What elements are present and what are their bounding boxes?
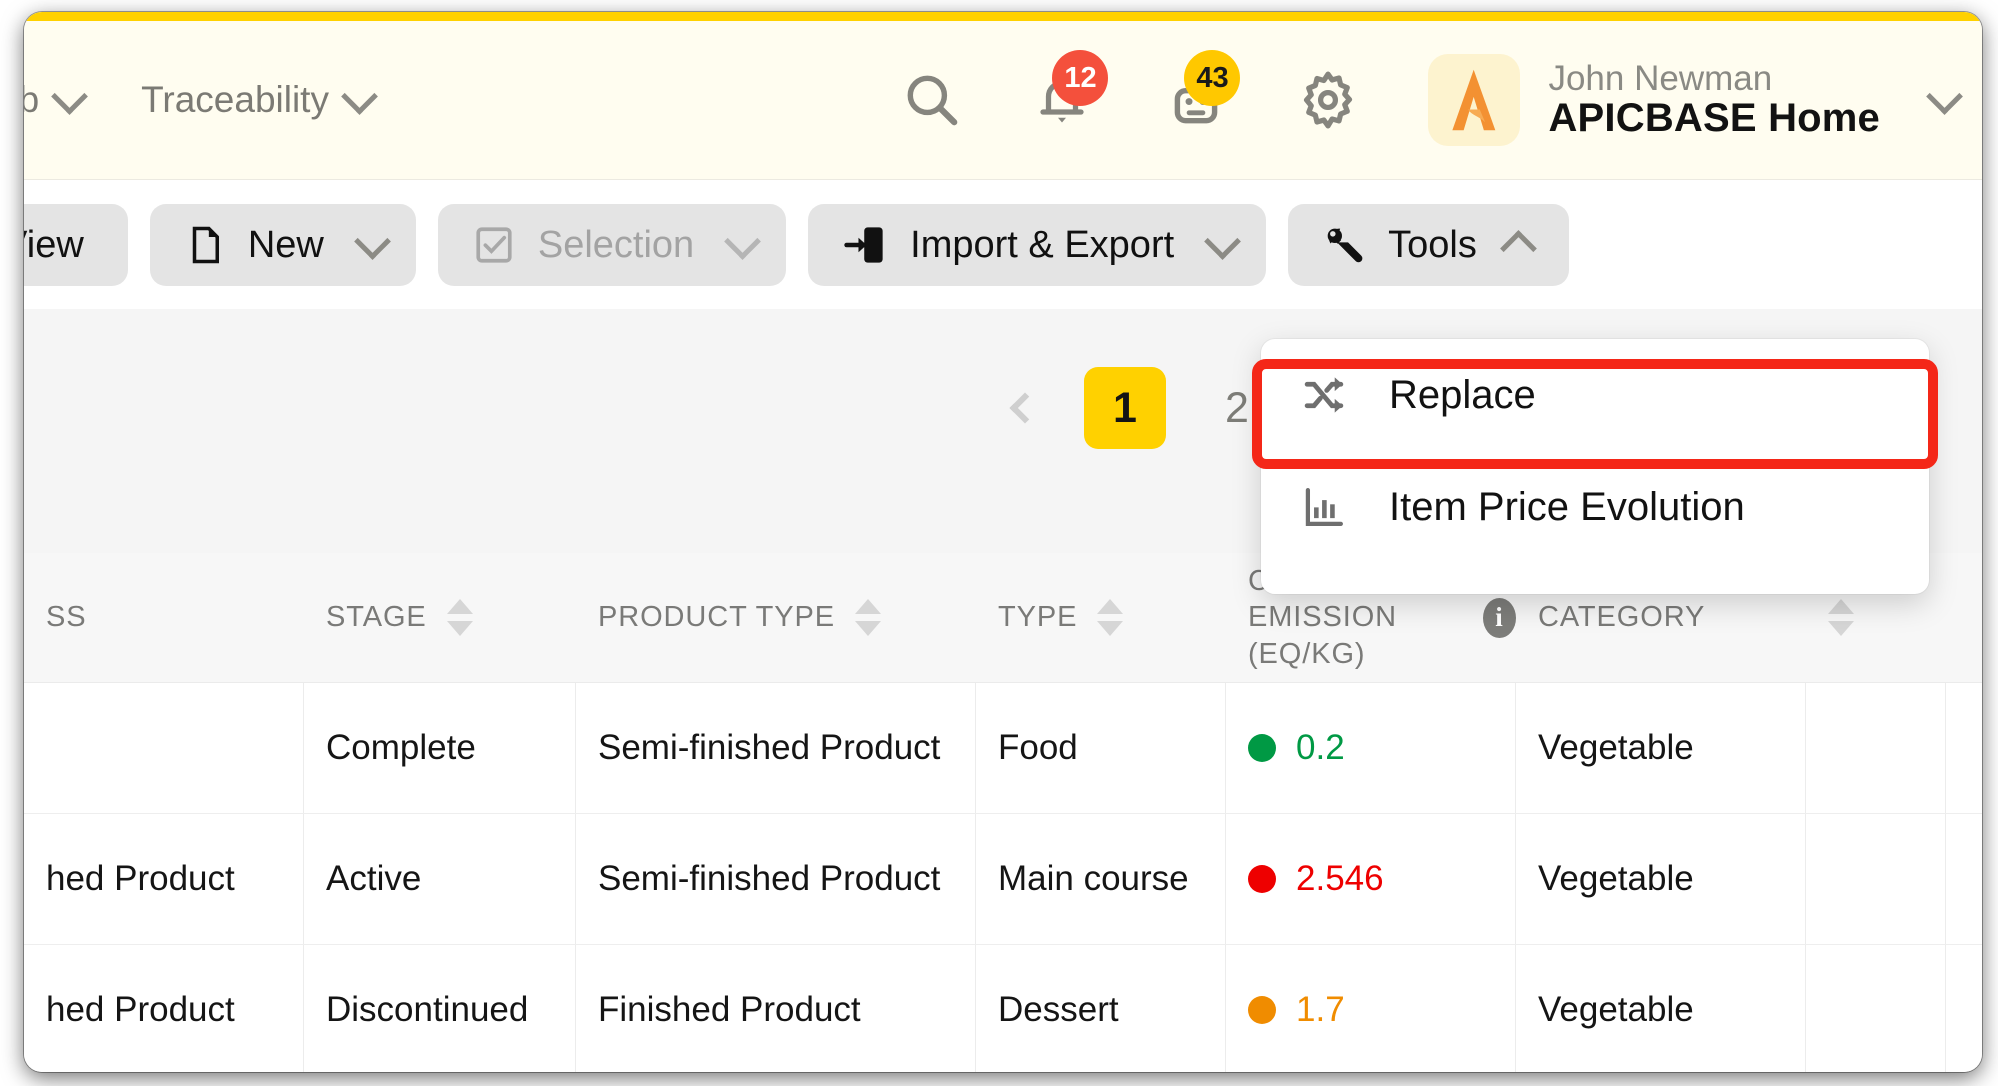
cell-type: Food (976, 683, 1226, 813)
user-block[interactable]: John Newman APICBASE Home (1548, 58, 1880, 141)
cell-overflow (1806, 945, 1946, 1072)
cell-product-type: Finished Product (576, 945, 976, 1072)
column-label: TYPE (998, 601, 1078, 634)
info-icon[interactable]: i (1483, 597, 1516, 638)
chevron-down-icon (353, 223, 391, 260)
selection-button[interactable]: Selection (437, 204, 787, 286)
co2-value: 2.546 (1296, 859, 1384, 898)
chevron-down-icon (1204, 223, 1242, 260)
table-row[interactable]: Complete Semi-finished Product Food 0.2 … (24, 683, 1982, 814)
new-button[interactable]: New (149, 204, 416, 286)
gear-icon (1304, 71, 1353, 129)
notifications-badge: 12 (1052, 50, 1109, 106)
cell-overflow (1806, 814, 1946, 944)
import-export-button[interactable]: Import & Export (808, 204, 1267, 286)
cell-product-type: Semi-finished Product (576, 683, 976, 813)
chevron-left-icon[interactable] (1009, 392, 1041, 424)
new-label: New (247, 223, 324, 266)
nav-item-hub-label: ub (24, 79, 40, 120)
chevron-down-icon[interactable] (1926, 78, 1963, 115)
cell-category: Vegetable (1516, 945, 1806, 1072)
chevron-up-icon (1499, 230, 1537, 267)
column-header-type[interactable]: TYPE (976, 553, 1226, 682)
cell-stage: Discontinued (304, 945, 576, 1072)
import-export-label: Import & Export (910, 223, 1175, 266)
nav-item-hub[interactable]: ub (24, 78, 89, 121)
table-row[interactable]: hed Product Active Semi-finished Product… (24, 814, 1982, 945)
nav-item-traceability-label: Traceability (141, 79, 329, 120)
assistant-button[interactable]: 43 (1148, 50, 1244, 148)
cell-co2-emission: 1.7 (1226, 945, 1516, 1072)
tools-button[interactable]: Tools (1288, 204, 1569, 286)
status-dot (1248, 865, 1276, 893)
chevron-down-icon (341, 78, 378, 115)
user-organisation: APICBASE Home (1548, 96, 1880, 141)
pagination: 1 2 (1009, 367, 1278, 449)
settings-button[interactable] (1280, 52, 1376, 148)
selection-label: Selection (537, 223, 695, 266)
notifications-button[interactable]: 12 (1014, 50, 1110, 148)
column-label: CATEGORY (1538, 601, 1706, 634)
column-header-product-type[interactable]: PRODUCT TYPE (576, 553, 976, 682)
nav-item-traceability[interactable]: Traceability (141, 78, 378, 121)
cell-type: Main course (976, 814, 1226, 944)
app-window: ub Traceability (24, 12, 1982, 1072)
user-name: John Newman (1548, 58, 1773, 98)
table-row[interactable]: hed Product Discontinued Finished Produc… (24, 945, 1982, 1072)
menu-item-item-price-evolution[interactable]: Item Price Evolution (1261, 451, 1929, 563)
cell-ss (24, 683, 304, 813)
apicbase-logo-icon (1452, 69, 1496, 131)
assistant-badge: 43 (1184, 50, 1241, 106)
co2-value: 0.2 (1296, 728, 1345, 767)
cell-stage: Complete (304, 683, 576, 813)
cell-ss: hed Product (24, 814, 304, 944)
menu-item-replace[interactable]: Replace (1261, 339, 1929, 451)
column-header-ss[interactable]: SS (24, 553, 304, 682)
wrench-icon (1327, 228, 1363, 263)
column-header-stage[interactable]: STAGE (304, 553, 576, 682)
toolbar: id View New Selection (24, 181, 1982, 309)
bar-chart-icon (1305, 488, 1343, 526)
column-label: SS (46, 601, 87, 634)
menu-item-replace-label: Replace (1389, 372, 1536, 417)
cell-product-type: Semi-finished Product (576, 814, 976, 944)
grid-view-button[interactable]: id View (24, 204, 128, 286)
cell-overflow (1806, 683, 1946, 813)
co2-value: 1.7 (1296, 990, 1345, 1029)
app-header: ub Traceability (24, 12, 1982, 180)
file-icon (192, 226, 219, 264)
search-button[interactable] (884, 52, 980, 148)
page-button-1[interactable]: 1 (1084, 367, 1166, 449)
cell-co2-emission: 2.546 (1226, 814, 1516, 944)
products-table: SS STAGE PRODUCT TYPE TYPE CO₂ EMISSION … (24, 553, 1982, 1072)
cell-ss: hed Product (24, 945, 304, 1072)
checkbox-icon (476, 227, 512, 263)
search-icon (908, 75, 958, 126)
sort-icon[interactable] (1097, 599, 1124, 636)
cell-type: Dessert (976, 945, 1226, 1072)
shuffle-icon (1304, 377, 1344, 413)
chevron-down-icon (724, 223, 762, 260)
tools-label: Tools (1388, 223, 1477, 266)
cell-stage: Active (304, 814, 576, 944)
tools-dropdown-menu: Replace Item Price Evolution (1261, 339, 1929, 594)
column-label: STAGE (326, 601, 427, 634)
cell-category: Vegetable (1516, 683, 1806, 813)
chevron-down-icon (51, 78, 89, 115)
sort-icon[interactable] (1828, 599, 1854, 636)
grid-view-label: id View (24, 223, 84, 266)
sort-icon[interactable] (854, 599, 881, 636)
cell-category: Vegetable (1516, 814, 1806, 944)
column-label: PRODUCT TYPE (598, 601, 835, 634)
cell-co2-emission: 0.2 (1226, 683, 1516, 813)
avatar[interactable] (1428, 54, 1521, 146)
menu-item-price-evolution-label: Item Price Evolution (1389, 484, 1745, 529)
import-export-icon (844, 227, 883, 263)
screen: ub Traceability (0, 0, 1998, 1086)
status-dot (1248, 996, 1276, 1024)
sort-icon[interactable] (446, 599, 473, 636)
header-actions: 12 43 John Newman APICBASE Home (884, 21, 1982, 179)
status-dot (1248, 734, 1276, 762)
